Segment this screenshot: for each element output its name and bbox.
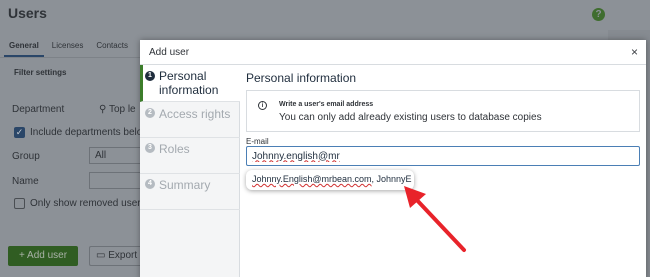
name-label: Name xyxy=(12,176,39,187)
info-title: Write a user's email address xyxy=(279,101,374,108)
suggestion-email: Johnny.English@mrbean.com xyxy=(252,174,372,184)
dialog-header: Add user × xyxy=(140,40,646,65)
step-number-icon: 3 xyxy=(145,143,155,153)
step-label: Summary xyxy=(159,178,211,192)
info-text: You can only add already existing users … xyxy=(279,112,542,123)
department-label: Department xyxy=(12,104,65,115)
export-icon: ▭ xyxy=(96,250,106,261)
tab-contacts[interactable]: Contacts xyxy=(91,37,133,57)
step-number-icon: 4 xyxy=(145,179,155,189)
step-label: Roles xyxy=(159,142,190,156)
section-title: Personal information xyxy=(246,71,357,85)
include-departments-label: Include departments below xyxy=(30,127,150,138)
step-number-icon: 1 xyxy=(145,71,155,81)
step-label: Access rights xyxy=(159,107,231,121)
filter-heading: Filter settings xyxy=(14,68,67,77)
tab-bar: General Licenses Contacts xyxy=(4,37,136,57)
step-label: Personal information xyxy=(159,69,219,97)
close-icon[interactable]: × xyxy=(631,45,638,59)
info-notice: i Write a user's email address You can o… xyxy=(246,90,640,132)
add-user-dialog: Add user × 1 Personal information 2 Acce… xyxy=(140,40,646,277)
tree-icon: ⚲ xyxy=(99,104,107,115)
email-label: E-mail xyxy=(246,137,269,146)
page-title: Users xyxy=(8,5,47,21)
add-user-button[interactable]: + Add user xyxy=(8,246,78,266)
tab-licenses[interactable]: Licenses xyxy=(47,37,89,57)
group-label: Group xyxy=(12,151,40,162)
tab-general[interactable]: General xyxy=(4,37,44,57)
step-number-icon: 2 xyxy=(145,108,155,118)
step-roles[interactable]: 3 Roles xyxy=(140,138,240,174)
annotation-arrow-icon xyxy=(404,186,466,252)
autocomplete-suggestion[interactable]: Johnny.English@mrbean.com, JohnnyE xyxy=(246,170,414,190)
removed-users-label: Only show removed users xyxy=(30,198,146,209)
info-icon: i xyxy=(258,101,267,110)
step-access-rights[interactable]: 2 Access rights xyxy=(140,102,240,138)
include-departments-checkbox[interactable]: ✓ xyxy=(14,127,25,138)
step-personal-information[interactable]: 1 Personal information xyxy=(140,65,240,102)
removed-users-checkbox[interactable] xyxy=(14,198,25,209)
step-summary[interactable]: 4 Summary xyxy=(140,174,240,210)
dialog-title: Add user xyxy=(149,47,190,58)
department-value: Top le xyxy=(108,104,136,115)
email-field[interactable] xyxy=(246,146,640,166)
help-icon[interactable]: ? xyxy=(592,8,605,21)
export-label: Export xyxy=(108,250,138,261)
wizard-steps: 1 Personal information 2 Access rights 3… xyxy=(140,65,240,277)
department-selector[interactable]: ⚲ Top le xyxy=(99,104,136,115)
